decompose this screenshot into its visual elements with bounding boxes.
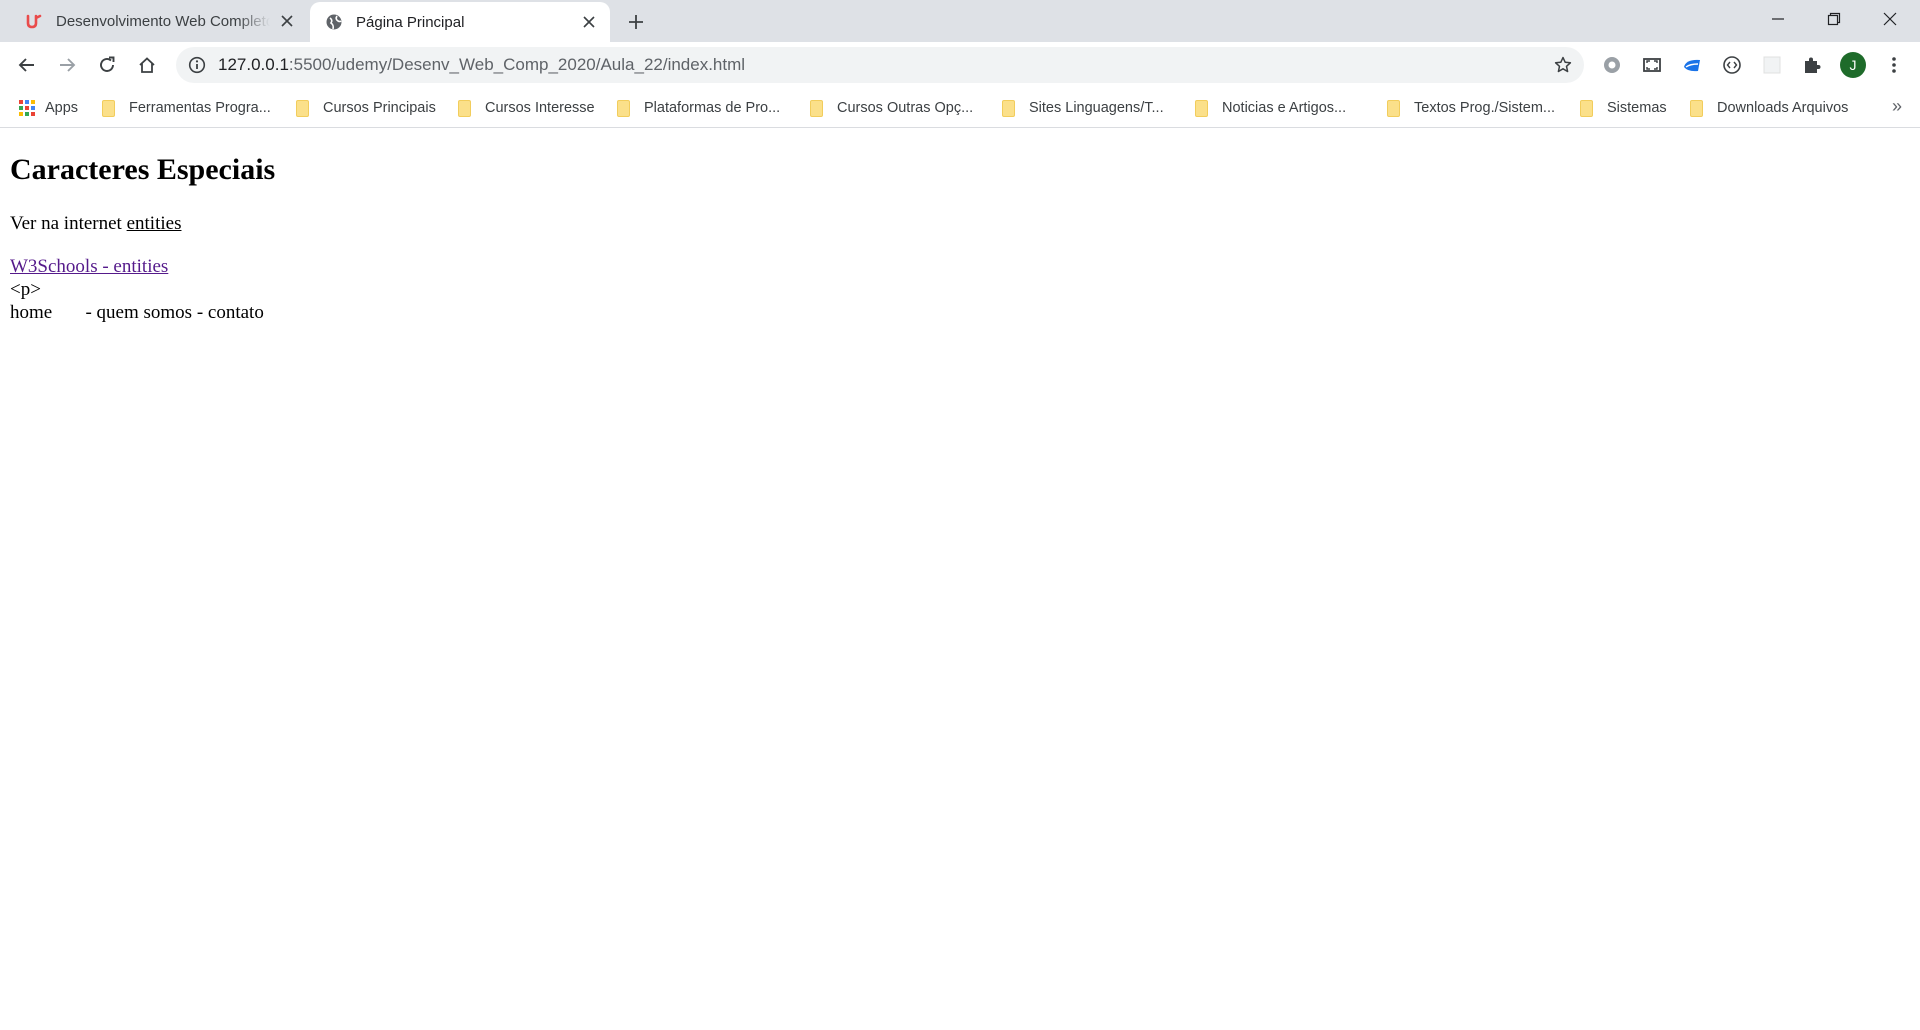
extension-settings-icon[interactable] [1600, 53, 1624, 77]
restore-button[interactable] [1806, 0, 1862, 38]
page-content: Caracteres Especiais Ver na internet ent… [0, 129, 1920, 1030]
tab-strip: Desenvolvimento Web Completo Página Prin… [0, 0, 1920, 42]
tab-udemy[interactable]: Desenvolvimento Web Completo [0, 0, 308, 42]
folder-icon [458, 99, 471, 117]
nav-text: home - quem somos - contato [10, 302, 264, 323]
minimize-icon [1772, 18, 1784, 20]
bookmark-folder[interactable]: Cursos Principais [296, 96, 436, 120]
close-icon [1883, 12, 1897, 26]
code-extension-icon[interactable] [1720, 53, 1744, 77]
blank-extension-icon[interactable] [1760, 53, 1784, 77]
folder-icon [1002, 99, 1015, 117]
bookmark-folder[interactable]: Cursos Interesse [458, 96, 595, 120]
bookmarks-bar: Apps Ferramentas Progra... Cursos Princi… [0, 88, 1920, 128]
tab-pagina-principal[interactable]: Página Principal [310, 2, 610, 42]
bookmark-folder[interactable]: Downloads Arquivos [1690, 96, 1848, 120]
page-title: Caracteres Especiais [10, 153, 276, 186]
bookmark-label: Apps [45, 100, 79, 116]
close-window-button[interactable] [1862, 0, 1918, 38]
folder-icon [617, 99, 630, 117]
tab-title: Página Principal [356, 13, 465, 31]
bookmark-folder[interactable]: Plataformas de Pro... [617, 96, 780, 120]
arrow-left-icon [18, 58, 34, 72]
bookmark-folder[interactable]: Cursos Outras Opç... [810, 96, 973, 120]
address-bar[interactable]: 127.0.0.1:5500/udemy/Desenv_Web_Comp_202… [176, 47, 1584, 83]
bookmark-label: Ferramentas Progra... [129, 100, 271, 116]
folder-icon [1580, 99, 1593, 117]
restore-icon [1827, 12, 1841, 26]
folder-icon [1690, 99, 1703, 117]
url-text[interactable]: 127.0.0.1:5500/udemy/Desenv_Web_Comp_202… [218, 47, 745, 83]
menu-icon[interactable] [1882, 53, 1906, 77]
bookmark-label: Sites Linguagens/T... [1029, 100, 1164, 116]
bookmark-label: Sistemas [1607, 100, 1667, 116]
forward-button[interactable] [51, 49, 83, 81]
reload-button[interactable] [91, 49, 123, 81]
bookmark-label: Plataformas de Pro... [644, 100, 781, 116]
bookmark-apps[interactable]: Apps [19, 96, 78, 120]
p-tag-text: <p> [10, 279, 41, 300]
close-tab-icon[interactable] [276, 10, 298, 32]
new-tab-button[interactable] [622, 8, 650, 36]
folder-icon [1195, 99, 1208, 117]
toolbar: 127.0.0.1:5500/udemy/Desenv_Web_Comp_202… [0, 42, 1920, 88]
info-icon[interactable] [186, 54, 208, 76]
entities-underlined: entities [126, 213, 182, 234]
reload-icon [100, 56, 115, 72]
bookmark-folder[interactable]: Sites Linguagens/T... [1002, 96, 1164, 120]
bookmark-folder[interactable]: Ferramentas Progra... [102, 96, 271, 120]
globe-icon [324, 12, 344, 32]
more-bookmarks-button[interactable]: » [1892, 96, 1902, 117]
w3schools-entities-link[interactable]: W3Schools - entities [10, 256, 168, 278]
folder-icon [102, 99, 115, 117]
folder-icon [296, 99, 309, 117]
bookmark-label: Cursos Outras Opç... [837, 100, 974, 116]
bookmark-label: Cursos Principais [323, 100, 436, 116]
bookmark-folder[interactable]: Sistemas [1580, 96, 1667, 120]
back-button[interactable] [11, 49, 43, 81]
folder-icon [1387, 99, 1400, 117]
home-button[interactable] [131, 49, 163, 81]
bookmark-star-icon[interactable] [1552, 54, 1574, 76]
folder-icon [810, 99, 823, 117]
minimize-button[interactable] [1750, 0, 1806, 38]
plus-icon [629, 15, 643, 29]
tab-title: Desenvolvimento Web Completo [56, 12, 270, 30]
profile-avatar[interactable]: J [1840, 52, 1866, 78]
bookmark-label: Downloads Arquivos [1717, 100, 1849, 116]
intro-paragraph: Ver na internet entities [10, 213, 181, 235]
cloud-extension-icon[interactable] [1680, 53, 1704, 77]
bookmark-folder[interactable]: Noticias e Artigos... [1195, 96, 1346, 120]
puzzle-icon[interactable] [1800, 53, 1824, 77]
bookmark-label: Cursos Interesse [485, 100, 595, 116]
bookmark-folder[interactable]: Textos Prog./Sistem... [1387, 96, 1555, 120]
url-host: 127.0.0.1 [218, 55, 289, 74]
arrow-right-icon [60, 58, 76, 72]
close-tab-icon[interactable] [578, 11, 600, 33]
bookmark-label: Textos Prog./Sistem... [1414, 100, 1556, 116]
bookmark-label: Noticias e Artigos... [1222, 100, 1347, 116]
url-path: :5500/udemy/Desenv_Web_Comp_2020/Aula_22… [288, 55, 746, 74]
screen-capture-icon[interactable] [1640, 53, 1664, 77]
apps-grid-icon [19, 100, 35, 116]
home-icon [139, 57, 155, 73]
udemy-icon [24, 11, 44, 31]
intro-text: Ver na internet [10, 213, 122, 234]
